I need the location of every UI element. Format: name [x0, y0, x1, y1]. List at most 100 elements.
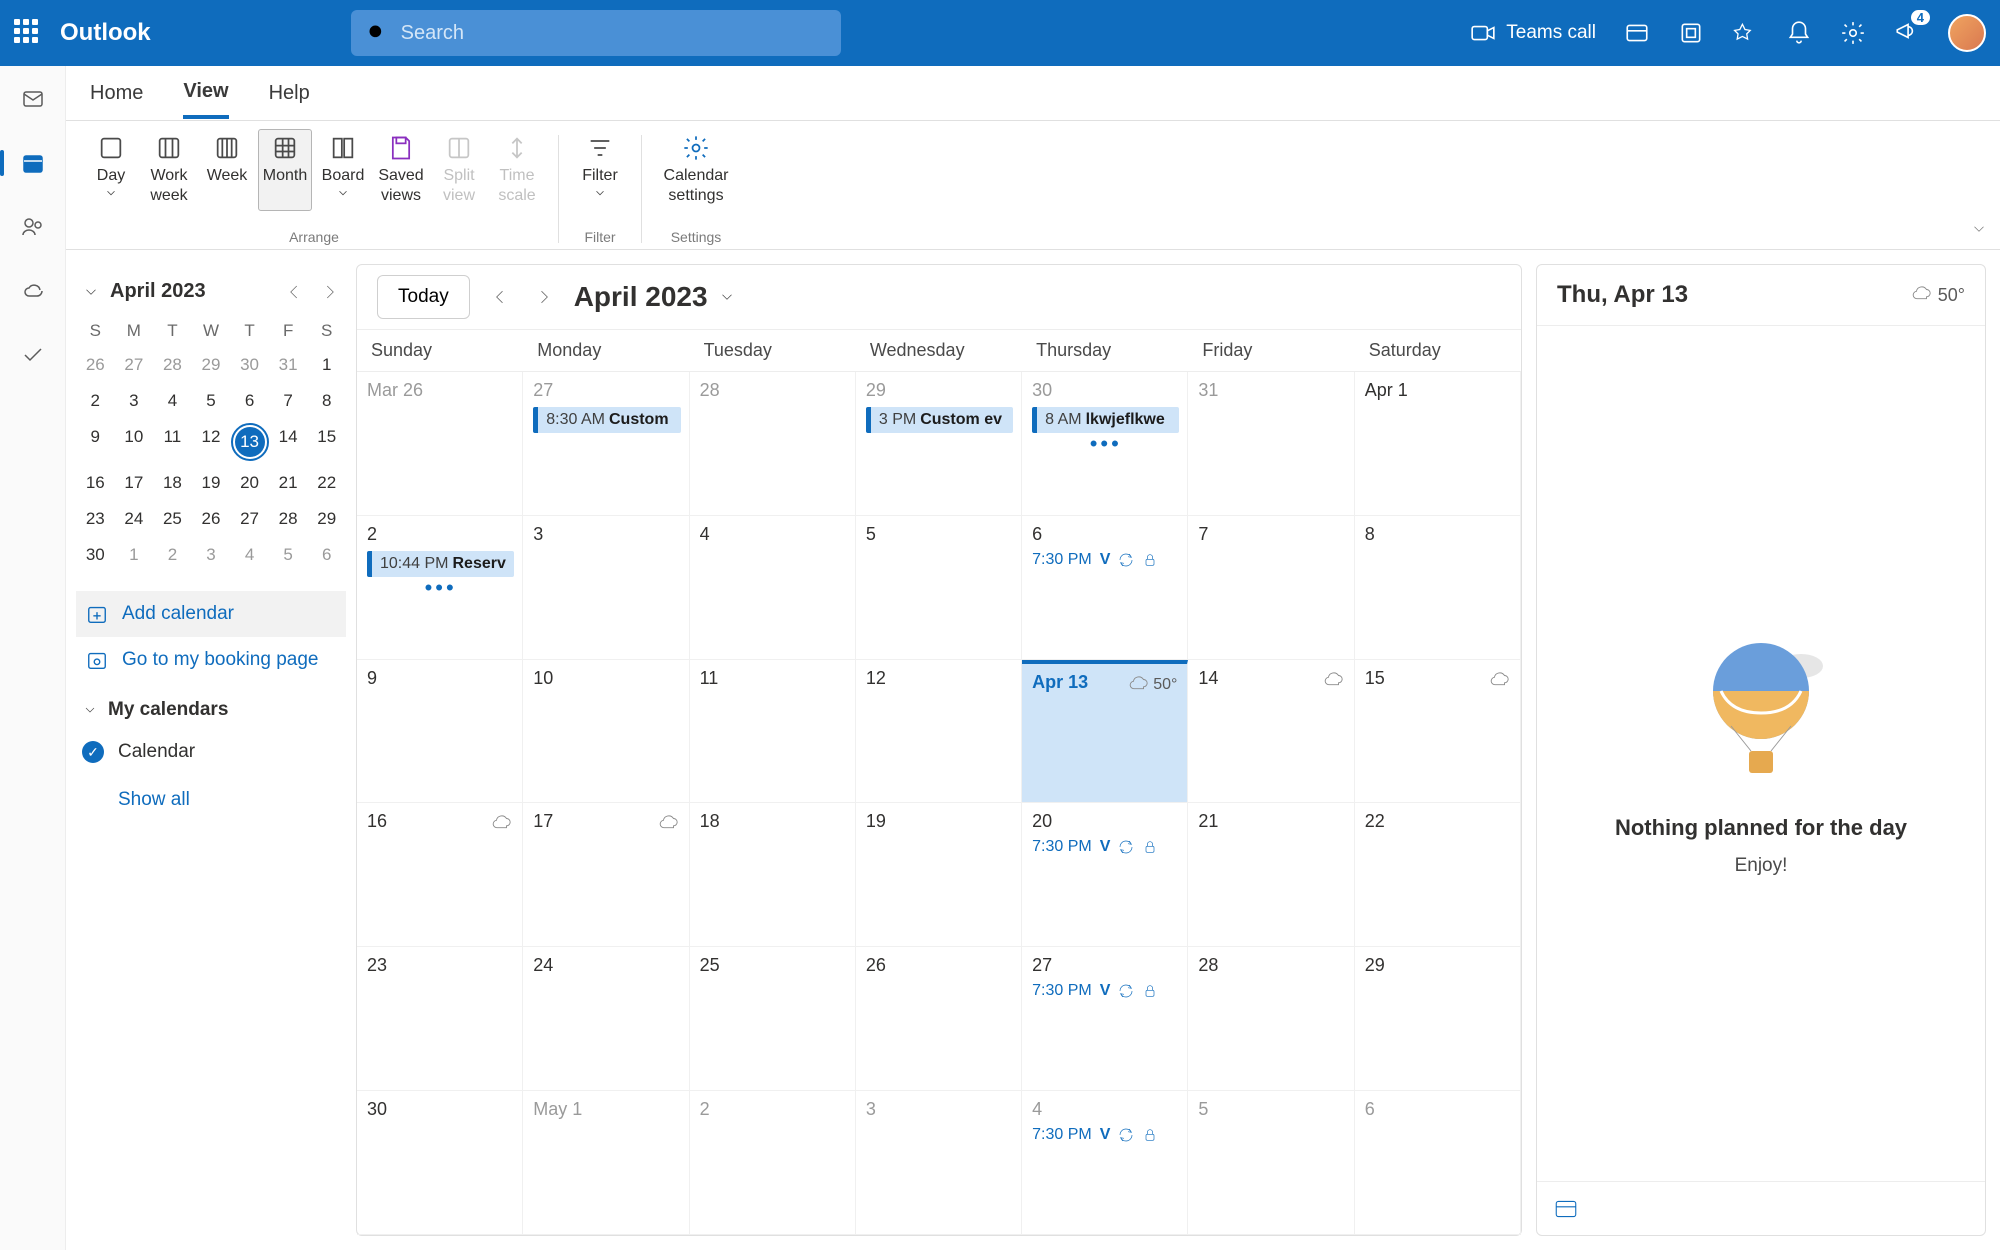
calendar-cell[interactable]: 28	[1188, 947, 1354, 1091]
meet-now-icon[interactable]	[1624, 20, 1650, 46]
mini-cal-day[interactable]: 1	[307, 347, 346, 383]
calendar-cell[interactable]: 67:30 PM V	[1022, 516, 1188, 660]
calendar-event[interactable]: 7:30 PM V	[1032, 1126, 1179, 1144]
view-month-button[interactable]: Month	[258, 129, 312, 211]
calendar-cell[interactable]: 277:30 PM V	[1022, 947, 1188, 1091]
calendar-list-item[interactable]: ✓ Calendar	[76, 731, 346, 773]
calendar-cell[interactable]: 18	[690, 803, 856, 947]
mini-cal-day[interactable]: 4	[153, 383, 192, 419]
mini-cal-day[interactable]: 6	[230, 383, 269, 419]
mini-cal-day[interactable]: 2	[153, 537, 192, 573]
notifications-icon[interactable]	[1786, 20, 1812, 46]
mini-cal-day[interactable]: 5	[269, 537, 308, 573]
calendar-cell[interactable]: 19	[856, 803, 1022, 947]
mini-cal-day[interactable]: 29	[192, 347, 231, 383]
mini-cal-day[interactable]: 25	[153, 501, 192, 537]
mini-cal-day[interactable]: 19	[192, 465, 231, 501]
rail-people[interactable]	[18, 212, 48, 242]
calendar-cell[interactable]: 14	[1188, 660, 1354, 804]
calendar-cell[interactable]: 22	[1355, 803, 1521, 947]
calendar-event[interactable]: 7:30 PM V	[1032, 551, 1179, 569]
calendar-cell[interactable]: 28	[690, 372, 856, 516]
ribbon-collapse[interactable]	[1970, 220, 1988, 243]
mini-cal-day[interactable]: 18	[153, 465, 192, 501]
tab-help[interactable]: Help	[269, 70, 310, 117]
mini-cal-day[interactable]: 28	[269, 501, 308, 537]
today-button[interactable]: Today	[377, 275, 470, 319]
add-calendar-link[interactable]: Add calendar	[76, 591, 346, 637]
calendar-cell[interactable]: 12	[856, 660, 1022, 804]
view-work-week-button[interactable]: Work week	[142, 129, 196, 211]
calendar-cell[interactable]: 30	[357, 1091, 523, 1235]
mini-cal-day[interactable]: 4	[230, 537, 269, 573]
calendar-cell[interactable]: 11	[690, 660, 856, 804]
mini-cal-day[interactable]: 14	[269, 419, 308, 465]
saved-views-button[interactable]: Saved views	[374, 129, 428, 211]
calendar-checkbox[interactable]: ✓	[82, 741, 104, 763]
calendar-event[interactable]: 3 PMCustom ev	[866, 407, 1013, 433]
mini-cal-day[interactable]: 20	[230, 465, 269, 501]
view-board-button[interactable]: Board	[316, 129, 370, 211]
mini-cal-day[interactable]: 11	[153, 419, 192, 465]
calendar-cell[interactable]: 7	[1188, 516, 1354, 660]
settings-icon[interactable]	[1840, 20, 1866, 46]
mini-cal-day[interactable]: 10	[115, 419, 154, 465]
mini-cal-day[interactable]: 30	[230, 347, 269, 383]
mini-cal-day[interactable]: 27	[115, 347, 154, 383]
calendar-cell[interactable]: 5	[856, 516, 1022, 660]
search-input[interactable]	[351, 10, 841, 56]
calendar-cell[interactable]: Apr 1350°	[1022, 660, 1188, 804]
mini-cal-day[interactable]: 28	[153, 347, 192, 383]
filter-button[interactable]: Filter	[573, 129, 627, 209]
calendar-cell[interactable]: 21	[1188, 803, 1354, 947]
mini-cal-day[interactable]: 8	[307, 383, 346, 419]
more-events[interactable]: •••	[367, 577, 514, 593]
teams-call-button[interactable]: Teams call	[1470, 20, 1596, 46]
calendar-event[interactable]: 7:30 PM V	[1032, 982, 1179, 1000]
calendar-cell[interactable]: 308 AMlkwjeflkwe•••	[1022, 372, 1188, 516]
calendar-cell[interactable]: 6	[1355, 1091, 1521, 1235]
calendar-settings-button[interactable]: Calendar settings	[656, 129, 736, 211]
calendar-cell[interactable]: May 1	[523, 1091, 689, 1235]
next-month-button[interactable]	[534, 287, 554, 307]
mini-cal-day[interactable]: 9	[76, 419, 115, 465]
calendar-cell[interactable]: 16	[357, 803, 523, 947]
calendar-cell[interactable]: 8	[1355, 516, 1521, 660]
calendar-event[interactable]: 10:44 PMReserv	[367, 551, 514, 577]
calendar-cell[interactable]: 5	[1188, 1091, 1354, 1235]
show-all-link[interactable]: Show all	[76, 773, 346, 827]
mini-cal-day[interactable]: 5	[192, 383, 231, 419]
calendar-event[interactable]: 8 AMlkwjeflkwe	[1032, 407, 1179, 433]
mini-cal-day[interactable]: 13	[230, 419, 269, 465]
calendar-cell[interactable]: 31	[1188, 372, 1354, 516]
whats-new-button[interactable]: 4	[1894, 18, 1920, 49]
calendar-event[interactable]: 8:30 AMCustom	[533, 407, 680, 433]
calendar-cell[interactable]: 210:44 PMReserv•••	[357, 516, 523, 660]
search-field[interactable]	[401, 22, 825, 45]
calendar-cell[interactable]: 4	[690, 516, 856, 660]
app-launcher-icon[interactable]	[14, 19, 42, 47]
account-avatar[interactable]	[1948, 14, 1986, 52]
more-events[interactable]: •••	[1032, 433, 1179, 449]
mini-cal-day[interactable]: 12	[192, 419, 231, 465]
tab-view[interactable]: View	[183, 68, 228, 119]
mini-cal-day[interactable]: 17	[115, 465, 154, 501]
view-week-button[interactable]: Week	[200, 129, 254, 211]
mini-cal-prev[interactable]	[284, 283, 302, 301]
tips-icon[interactable]	[1732, 20, 1758, 46]
calendar-cell[interactable]: 9	[357, 660, 523, 804]
calendar-cell[interactable]: 26	[856, 947, 1022, 1091]
mini-cal-day[interactable]: 23	[76, 501, 115, 537]
mini-cal-day[interactable]: 2	[76, 383, 115, 419]
mini-cal-day[interactable]: 16	[76, 465, 115, 501]
mini-cal-day[interactable]: 3	[115, 383, 154, 419]
rail-mail[interactable]	[18, 84, 48, 114]
mini-cal-day[interactable]: 22	[307, 465, 346, 501]
mini-cal-day[interactable]: 26	[76, 347, 115, 383]
mini-cal-collapse[interactable]	[82, 283, 100, 301]
calendar-cell[interactable]: 24	[523, 947, 689, 1091]
calendar-cell[interactable]: 25	[690, 947, 856, 1091]
view-day-button[interactable]: Day	[84, 129, 138, 211]
calendar-cell[interactable]: 2	[690, 1091, 856, 1235]
calendar-cell[interactable]: Mar 26	[357, 372, 523, 516]
